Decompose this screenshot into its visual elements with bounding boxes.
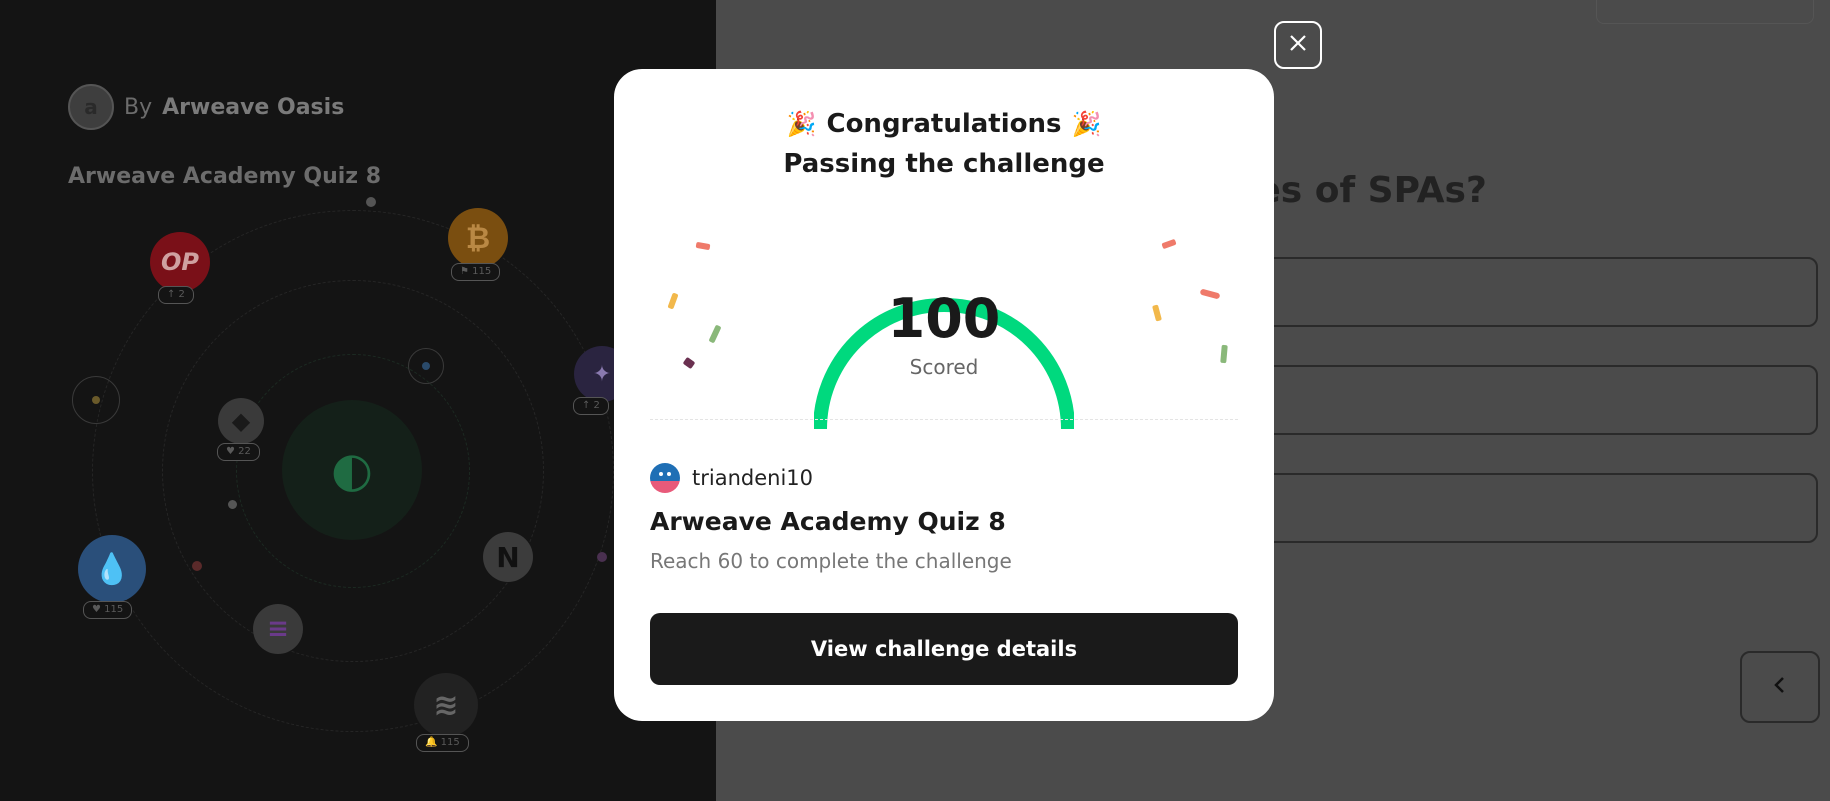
bitcoin-coin-badge: ⚑ 115 (451, 263, 501, 281)
challenge-title: Arweave Academy Quiz 8 (650, 507, 1006, 536)
background-left-panel: a By Arweave Oasis Arweave Academy Quiz … (0, 0, 716, 801)
near-coin: N (483, 532, 533, 582)
answer-option[interactable] (1230, 365, 1818, 435)
close-icon (1288, 31, 1308, 59)
back-button[interactable] (1740, 651, 1820, 723)
orbit-dot (597, 552, 607, 562)
ethereum-coin-badge: ♥ 22 (217, 443, 260, 461)
answer-option[interactable] (1230, 257, 1818, 327)
solana-coin: ≡ (253, 604, 303, 654)
username: triandeni10 (692, 466, 813, 490)
op-coin-badge: ↑ 2 (158, 286, 194, 304)
sui-coin-badge: ♥ 115 (83, 601, 133, 619)
aptos-coin-badge: 🔔 115 (416, 734, 469, 752)
party-popper-icon: 🎉 (786, 110, 817, 138)
sui-coin: 💧 (78, 535, 146, 603)
congrats-text: Congratulations (826, 109, 1062, 139)
orbit-dot (192, 561, 202, 571)
modal-subtitle: Passing the challenge (783, 149, 1105, 179)
orbit-dot (228, 500, 237, 509)
result-modal: 🎉 Congratulations 🎉 Passing the challenge … (614, 69, 1274, 721)
author-line: a By Arweave Oasis (68, 84, 344, 130)
bitcoin-coin: ₿ (448, 208, 508, 268)
aptos-coin: ≋ (414, 673, 478, 737)
question-text: ies of SPAs? (1244, 170, 1487, 211)
author-logo: a (68, 84, 114, 130)
score-label: Scored (909, 355, 979, 379)
avatar (650, 463, 680, 493)
orbit-dot (92, 396, 100, 404)
user-row: triandeni10 (650, 463, 813, 493)
confetti-piece (695, 241, 711, 251)
ethereum-coin: ◆ (218, 398, 264, 444)
challenge-description: Reach 60 to complete the challenge (650, 549, 1012, 573)
confetti-piece (1161, 238, 1177, 250)
congrats-heading: 🎉 Congratulations 🎉 (614, 107, 1274, 141)
orbit-dot (366, 197, 376, 207)
chevron-left-icon (1772, 673, 1788, 701)
by-prefix: By (124, 94, 153, 120)
top-right-box (1596, 0, 1814, 24)
openbuild-logo: ◐ (282, 400, 422, 540)
op-coin: OP (150, 232, 210, 292)
orbit-dot (422, 362, 430, 370)
party-popper-icon: 🎉 (1071, 110, 1102, 138)
author-name: Arweave Oasis (162, 94, 345, 120)
view-challenge-details-button[interactable]: View challenge details (650, 613, 1238, 685)
partial-coin-badge: ↑ 2 (573, 397, 609, 415)
quiz-title: Arweave Academy Quiz 8 (68, 164, 382, 189)
answer-option[interactable] (1230, 473, 1818, 543)
modal-divider (650, 419, 1238, 420)
close-button[interactable] (1274, 21, 1322, 69)
